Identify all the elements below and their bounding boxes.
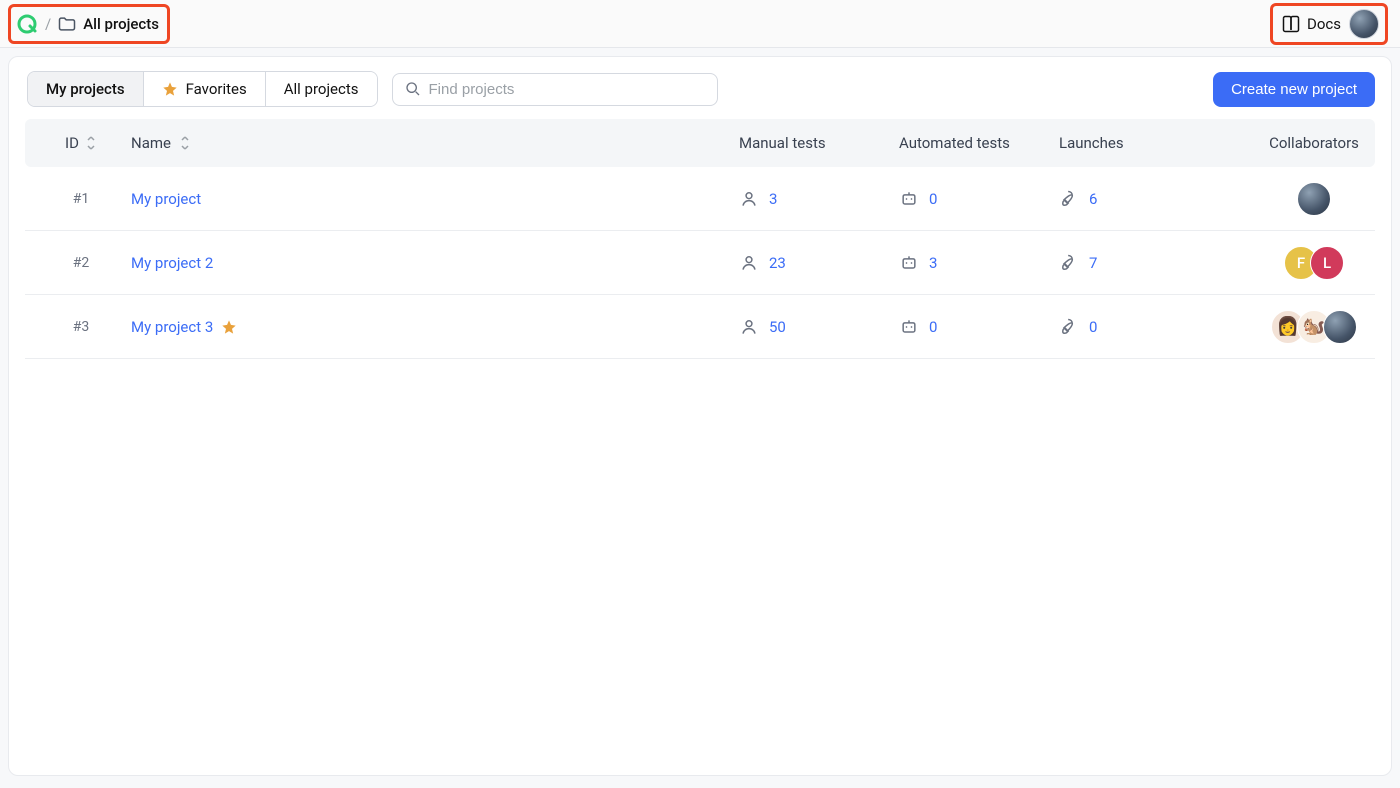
avatar[interactable]: L [1310,246,1344,280]
header-right-highlight-box: Docs [1270,3,1388,45]
col-header-launches: Launches [1059,134,1259,152]
folder-icon [57,14,77,34]
tab-label: All projects [284,80,359,98]
star-icon[interactable] [221,319,237,335]
table-header: ID Name Manual tests Automated tests Lau… [25,119,1375,167]
launches-count[interactable]: 6 [1089,190,1097,208]
collaborator-avatars[interactable]: 👩🐿️ [1271,310,1357,344]
table-row: #3 My project 3 50 0 0 👩🐿️ [25,295,1375,359]
docs-label: Docs [1307,15,1341,33]
sort-icon [85,136,97,150]
breadcrumb-label[interactable]: All projects [83,15,159,33]
row-id: #3 [73,319,90,335]
col-header-collaborators: Collaborators [1259,134,1369,152]
sort-icon [179,136,191,150]
col-header-automated: Automated tests [899,134,1059,152]
create-project-button[interactable]: Create new project [1213,72,1375,107]
manual-count[interactable]: 23 [769,254,786,272]
project-name-link[interactable]: My project [131,190,201,208]
col-header-id[interactable]: ID [31,134,131,152]
search-icon [405,81,421,97]
table-body: #1 My project 3 0 6 #2 My project 2 23 3 7 FL #3 My … [9,167,1391,359]
tab-label: My projects [46,80,125,98]
launches-count[interactable]: 0 [1089,318,1097,336]
rocket-icon [1059,189,1079,209]
project-scope-tabs: My projects Favorites All projects [27,71,378,107]
manual-count[interactable]: 3 [769,190,777,208]
top-header: / All projects Docs [0,0,1400,48]
collaborator-avatars[interactable] [1297,182,1331,216]
table-row: #1 My project 3 0 6 [25,167,1375,231]
rocket-icon [1059,253,1079,273]
project-name-link[interactable]: My project 3 [131,318,213,336]
rocket-icon [1059,317,1079,337]
project-name-link[interactable]: My project 2 [131,254,213,272]
automated-count[interactable]: 0 [929,190,937,208]
collaborator-avatars[interactable]: FL [1284,246,1344,280]
content-card: My projects Favorites All projects Creat… [8,56,1392,776]
breadcrumb-separator: / [45,15,51,33]
person-icon [739,253,759,273]
automated-count[interactable]: 3 [929,254,937,272]
avatar[interactable] [1323,310,1357,344]
toolbar: My projects Favorites All projects Creat… [9,57,1391,119]
star-icon [162,81,178,97]
col-header-name[interactable]: Name [131,134,739,152]
person-icon [739,317,759,337]
col-header-manual: Manual tests [739,134,899,152]
bot-icon [899,253,919,273]
docs-link[interactable]: Docs [1281,14,1341,34]
tab-my-projects[interactable]: My projects [28,72,144,106]
bot-icon [899,317,919,337]
breadcrumb-highlight-box: / All projects [8,4,170,44]
manual-count[interactable]: 50 [769,318,786,336]
row-id: #1 [73,191,90,207]
row-id: #2 [73,255,90,271]
search-input[interactable] [429,81,705,98]
bot-icon [899,189,919,209]
tab-label: Favorites [186,80,247,98]
book-icon [1281,14,1301,34]
avatar[interactable] [1297,182,1331,216]
tab-all-projects[interactable]: All projects [266,72,377,106]
search-box[interactable] [392,73,718,106]
person-icon [739,189,759,209]
app-logo-icon[interactable] [15,12,39,36]
table-row: #2 My project 2 23 3 7 FL [25,231,1375,295]
tab-favorites[interactable]: Favorites [144,72,266,106]
launches-count[interactable]: 7 [1089,254,1097,272]
automated-count[interactable]: 0 [929,318,937,336]
user-avatar[interactable] [1349,9,1379,39]
